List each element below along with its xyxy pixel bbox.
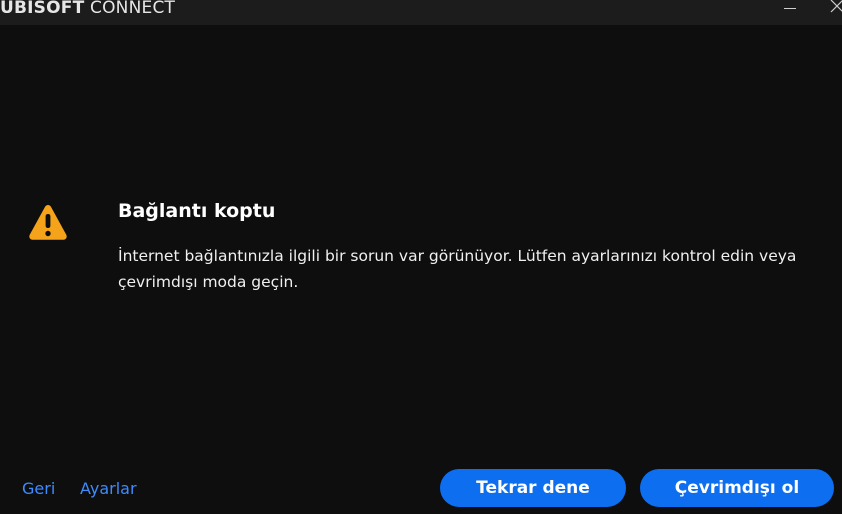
close-button[interactable] [818, 0, 842, 25]
dialog-title: Bağlantı koptu [118, 200, 276, 222]
app-window: UBISOFT CONNECT Bağlantı koptu İnternet … [0, 0, 842, 514]
app-product: CONNECT [90, 0, 176, 18]
title-bar[interactable]: UBISOFT CONNECT [0, 0, 842, 25]
go-offline-button[interactable]: Çevrimdışı ol [640, 469, 834, 507]
app-brand: UBISOFT [0, 0, 85, 18]
close-icon [830, 0, 842, 13]
warning-icon [29, 205, 67, 240]
settings-link[interactable]: Ayarlar [80, 479, 137, 498]
retry-button[interactable]: Tekrar dene [440, 469, 626, 507]
dialog-message: İnternet bağlantınızla ilgili bir sorun … [118, 247, 797, 291]
back-link[interactable]: Geri [22, 479, 55, 498]
minimize-icon [784, 8, 796, 9]
minimize-button[interactable] [772, 0, 806, 25]
app-title: UBISOFT CONNECT [0, 0, 175, 19]
